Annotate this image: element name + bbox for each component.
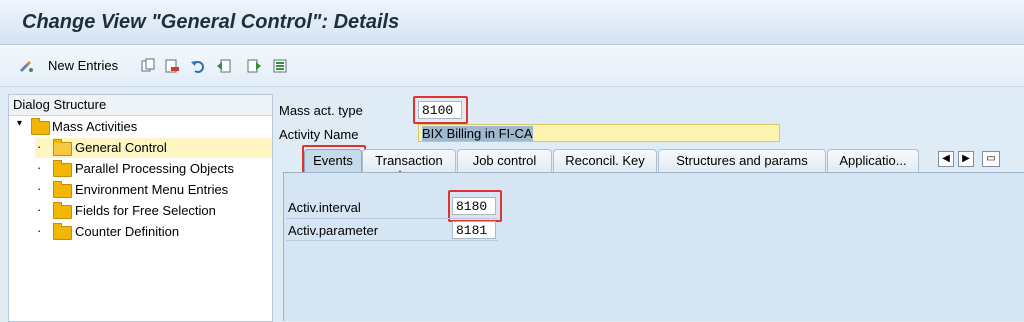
tree-item-counter-definition[interactable]: · Counter Definition: [35, 222, 272, 242]
dialog-structure-panel: Dialog Structure ▾ Mass Activities · Gen…: [8, 94, 273, 322]
dialog-structure-header: Dialog Structure: [9, 95, 272, 116]
tree-item-parallel-processing-objects[interactable]: · Parallel Processing Objects: [35, 159, 272, 179]
tab-scroll-left-button[interactable]: ◀: [938, 151, 954, 167]
activity-name-field[interactable]: BIX Billing in FI-CA: [418, 124, 780, 142]
folder-icon: [53, 202, 72, 219]
expand-arrow-icon[interactable]: ▾: [17, 118, 22, 129]
open-folder-icon: [53, 139, 72, 156]
tab-job-control[interactable]: Job control: [457, 149, 552, 173]
folder-icon: [53, 223, 72, 240]
activity-name-value: BIX Billing in FI-CA: [422, 126, 533, 141]
previous-entry-icon[interactable]: [216, 58, 232, 74]
activ-interval-label: Activ.interval: [288, 200, 361, 215]
next-entry-icon[interactable]: [246, 58, 262, 74]
tab-list-button[interactable]: ▭: [982, 151, 1000, 167]
tree-item-general-control[interactable]: · General Control: [35, 138, 272, 158]
application-toolbar: New Entries: [0, 45, 1024, 87]
mass-act-type-label: Mass act. type: [279, 103, 363, 118]
highlight-box: [413, 96, 468, 124]
activ-parameter-field[interactable]: 8181: [452, 221, 496, 239]
tree-item-label: Fields for Free Selection: [75, 203, 216, 218]
tab-structures-and-params[interactable]: Structures and params: [658, 149, 826, 173]
events-tab-panel: [283, 172, 1024, 321]
select-all-icon[interactable]: [272, 58, 288, 74]
folder-icon: [53, 181, 72, 198]
activ-parameter-label: Activ.parameter: [288, 223, 379, 238]
page-title: Change View "General Control": Details: [22, 11, 400, 33]
title-bar: Change View "General Control": Details: [0, 0, 1024, 45]
tree-item-label: Environment Menu Entries: [75, 182, 229, 197]
copy-icon[interactable]: [140, 58, 156, 74]
new-entries-button[interactable]: New Entries: [48, 58, 118, 73]
tree-node-label: Mass Activities: [52, 119, 138, 134]
tree-item-label: Counter Definition: [75, 224, 180, 239]
folder-icon: [31, 118, 50, 135]
tab-scroll-right-button[interactable]: ▶: [958, 151, 974, 167]
bullet-icon: ·: [37, 223, 42, 238]
activity-name-label: Activity Name: [279, 127, 359, 142]
bullet-icon: ·: [37, 139, 42, 154]
dialog-structure-title: Dialog Structure: [13, 97, 107, 112]
bullet-icon: ·: [37, 160, 42, 175]
tab-applicatio[interactable]: Applicatio...: [827, 149, 919, 173]
tab-reconcil-key[interactable]: Reconcil. Key: [553, 149, 657, 173]
bullet-icon: ·: [37, 181, 42, 196]
tree-item-environment-menu-entries[interactable]: · Environment Menu Entries: [35, 180, 272, 200]
row-divider: [286, 218, 498, 219]
tree-item-label: Parallel Processing Objects: [75, 161, 234, 176]
tree-node-mass-activities[interactable]: ▾ Mass Activities: [17, 117, 267, 137]
row-divider: [286, 240, 498, 241]
undo-icon[interactable]: [190, 58, 206, 74]
display-change-icon[interactable]: [18, 58, 34, 74]
tree-item-label: General Control: [75, 140, 167, 155]
bullet-icon: ·: [37, 202, 42, 217]
folder-icon: [53, 160, 72, 177]
tree-item-fields-for-free-selection[interactable]: · Fields for Free Selection: [35, 201, 272, 221]
delete-icon[interactable]: [164, 58, 180, 74]
